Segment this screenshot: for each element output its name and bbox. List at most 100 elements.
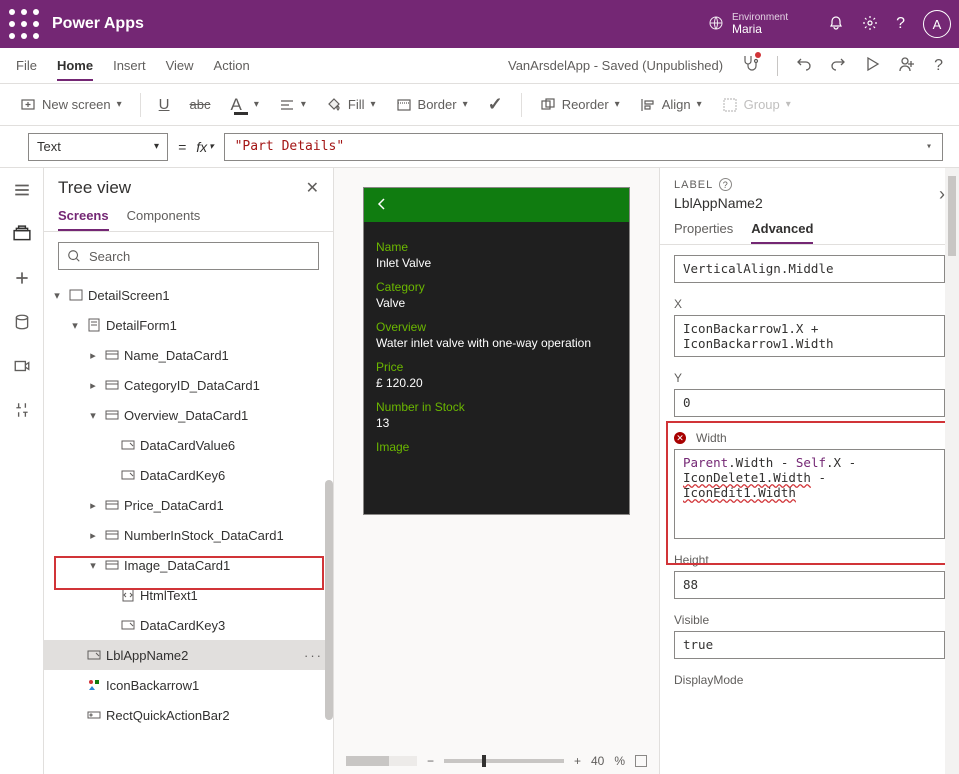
tree-search[interactable]: Search	[58, 242, 319, 270]
rail-tools-icon[interactable]	[10, 398, 34, 422]
border-style-button[interactable]: ✓	[480, 90, 511, 119]
datacard-icon	[104, 407, 120, 423]
close-tree-icon[interactable]: ✕	[306, 178, 319, 198]
zoom-in-icon[interactable]: +	[574, 754, 581, 768]
back-icon[interactable]	[374, 196, 390, 215]
html-icon	[120, 587, 136, 603]
tree-item-selected-label[interactable]: LblAppName2 ···	[44, 640, 333, 670]
group-button[interactable]: Group	[714, 93, 799, 117]
tree-item-key[interactable]: DataCardKey3	[44, 610, 333, 640]
rail-insert-icon[interactable]	[10, 266, 34, 290]
fit-icon[interactable]	[635, 755, 647, 767]
rail-data-icon[interactable]	[10, 310, 34, 334]
play-icon[interactable]	[864, 56, 880, 75]
redo-icon[interactable]	[830, 56, 846, 75]
fill-button[interactable]: Fill	[318, 93, 384, 117]
menu-view[interactable]: View	[166, 58, 194, 73]
property-selector[interactable]: Text▾	[28, 133, 168, 161]
tree-item-value[interactable]: DataCardValue6	[44, 430, 333, 460]
tab-components[interactable]: Components	[127, 208, 201, 231]
field-label: Number in Stock	[376, 400, 617, 414]
formula-bar[interactable]: "Part Details" ▾	[224, 133, 943, 161]
notifications-icon[interactable]	[828, 15, 844, 34]
tree-item-datacard[interactable]: ▾ Image_DataCard1	[44, 550, 333, 580]
error-icon[interactable]: ✕	[674, 432, 686, 444]
prop-y-input[interactable]: 0	[674, 389, 945, 417]
prop-visible-input[interactable]: true	[674, 631, 945, 659]
equals-sign: =	[178, 139, 186, 155]
menu-action[interactable]: Action	[214, 58, 250, 73]
zoom-pct: %	[614, 754, 625, 768]
props-scrollbar[interactable]	[945, 168, 959, 774]
tree-title: Tree view	[58, 178, 131, 198]
avatar[interactable]: A	[923, 10, 951, 38]
app-checker-icon[interactable]	[741, 54, 759, 77]
waffle-icon[interactable]	[8, 8, 40, 40]
prop-width-label: ✕ Width	[674, 431, 945, 445]
datacard-icon	[104, 557, 120, 573]
align-text-button[interactable]	[271, 93, 314, 117]
form-icon	[86, 317, 102, 333]
selected-control-name: LblAppName2	[674, 195, 763, 211]
canvas-hscroll[interactable]	[346, 756, 417, 766]
tab-advanced[interactable]: Advanced	[751, 221, 813, 244]
font-color-button[interactable]: A	[222, 90, 266, 119]
tab-properties[interactable]: Properties	[674, 221, 733, 244]
underline-button[interactable]: U	[151, 92, 178, 117]
more-icon[interactable]: ···	[304, 648, 323, 663]
menu-home[interactable]: Home	[57, 58, 93, 81]
tree-item-screen[interactable]: ▾ DetailScreen1	[44, 280, 333, 310]
field-value: £ 120.20	[376, 376, 617, 390]
new-screen-button[interactable]: New screen	[12, 93, 130, 117]
tree-item-rect[interactable]: RectQuickActionBar2	[44, 700, 333, 730]
prop-height-input[interactable]: 88	[674, 571, 945, 599]
zoom-out-icon[interactable]: −	[427, 754, 434, 768]
label-icon	[120, 467, 136, 483]
tree-item-icon[interactable]: IconBackarrow1	[44, 670, 333, 700]
undo-icon[interactable]	[796, 56, 812, 75]
field-value: Inlet Valve	[376, 256, 617, 270]
label-icon	[120, 437, 136, 453]
tree-item-datacard[interactable]: ▸ Price_DataCard1	[44, 490, 333, 520]
tree-item-html[interactable]: HtmlText1	[44, 580, 333, 610]
fx-icon[interactable]: fx▾	[196, 139, 213, 155]
tree-item-datacard[interactable]: ▾ Overview_DataCard1	[44, 400, 333, 430]
prop-width-input[interactable]: Parent.Width - Self.X - IconDelete1.Widt…	[674, 449, 945, 539]
control-type: LABEL ?	[674, 178, 763, 191]
info-icon[interactable]: ?	[719, 178, 732, 191]
reorder-button[interactable]: Reorder	[532, 93, 628, 117]
prop-x-input[interactable]: IconBackarrow1.X + IconBackarrow1.Width	[674, 315, 945, 357]
border-button[interactable]: Border	[388, 93, 476, 117]
help-icon[interactable]: ?	[896, 15, 905, 33]
field-label: Name	[376, 240, 617, 254]
field-label: Price	[376, 360, 617, 374]
tree-item-form[interactable]: ▾ DetailForm1	[44, 310, 333, 340]
prop-visible-label: Visible	[674, 613, 945, 627]
share-icon[interactable]	[898, 55, 916, 76]
strikethrough-button[interactable]: abc	[182, 93, 219, 116]
rail-hamburger-icon[interactable]	[10, 178, 34, 202]
menu-file[interactable]: File	[16, 58, 37, 73]
tree-scrollbar[interactable]	[325, 480, 333, 720]
prop-verticalalign-input[interactable]: VerticalAlign.Middle	[674, 255, 945, 283]
tree-item-datacard[interactable]: ▸ NumberInStock_DataCard1	[44, 520, 333, 550]
align-button[interactable]: Align	[632, 93, 710, 117]
environment-picker[interactable]: Environment Maria	[732, 12, 788, 36]
field-value: 13	[376, 416, 617, 430]
rail-tree-icon[interactable]	[10, 222, 34, 246]
rail-media-icon[interactable]	[10, 354, 34, 378]
help-menu-icon[interactable]: ?	[934, 57, 943, 75]
tree-item-datacard[interactable]: ▸ Name_DataCard1	[44, 340, 333, 370]
menu-insert[interactable]: Insert	[113, 58, 146, 73]
zoom-slider[interactable]	[444, 759, 564, 763]
field-label: Image	[376, 440, 617, 454]
datacard-icon	[104, 497, 120, 513]
field-label: Overview	[376, 320, 617, 334]
tab-screens[interactable]: Screens	[58, 208, 109, 231]
environment-icon	[708, 15, 724, 34]
canvas-preview[interactable]: Name Inlet Valve Category Valve Overview…	[364, 188, 629, 514]
label-icon	[120, 617, 136, 633]
tree-item-key[interactable]: DataCardKey6	[44, 460, 333, 490]
settings-icon[interactable]	[862, 15, 878, 34]
tree-item-datacard[interactable]: ▸ CategoryID_DataCard1	[44, 370, 333, 400]
